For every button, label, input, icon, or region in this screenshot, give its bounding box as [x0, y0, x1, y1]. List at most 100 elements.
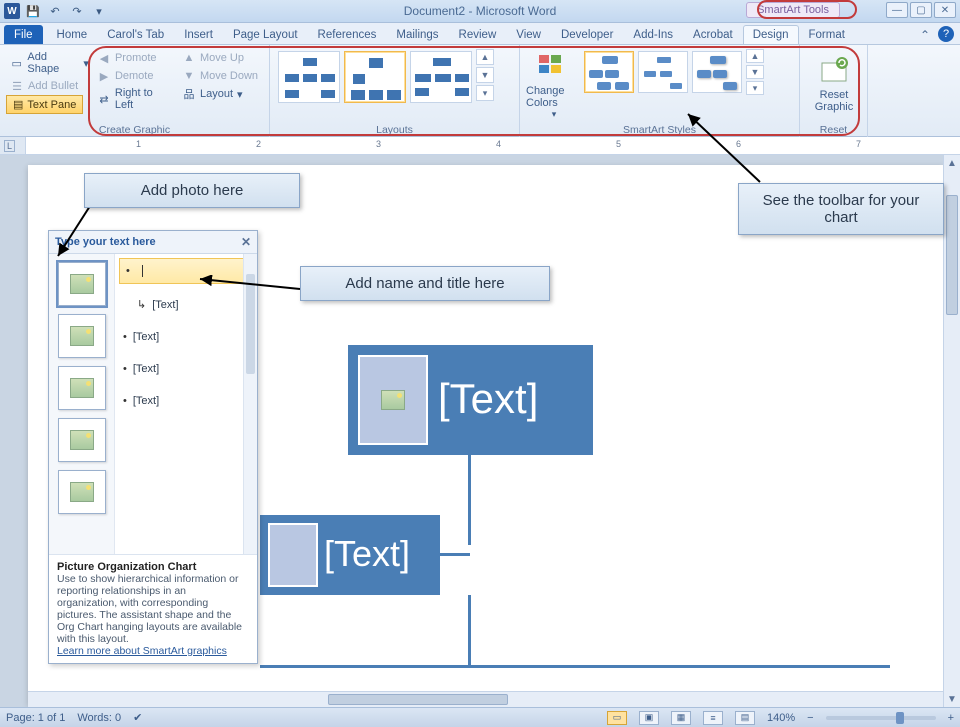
horizontal-scrollbar[interactable]	[28, 691, 943, 707]
smartart-top-node[interactable]: [Text]	[348, 345, 593, 455]
smartart-tools-contextual-tab: SmartArt Tools	[746, 2, 840, 18]
redo-icon[interactable]: ↷	[68, 2, 86, 20]
layout-icon: 品	[182, 87, 196, 101]
text-pane-info: Picture Organization Chart Use to show h…	[49, 554, 257, 663]
qat-more-icon[interactable]: ▾	[90, 2, 108, 20]
close-button[interactable]: ✕	[934, 2, 956, 18]
restore-button[interactable]: ▢	[910, 2, 932, 18]
add-shape-icon: ▭	[10, 56, 23, 70]
vertical-scroll-thumb[interactable]	[946, 195, 958, 315]
text-pane-toggle-button[interactable]: ▤Text Pane	[6, 95, 83, 114]
create-graphic-group-label: Create Graphic	[0, 124, 269, 136]
promote-button[interactable]: ◀Promote	[93, 49, 178, 67]
scroll-down-icon[interactable]: ▼	[944, 691, 960, 707]
change-colors-icon	[537, 53, 571, 83]
tab-mailings[interactable]: Mailings	[386, 25, 448, 44]
layouts-more-button[interactable]: ▾	[476, 85, 494, 101]
scroll-up-icon[interactable]: ▲	[944, 155, 960, 171]
tab-developer[interactable]: Developer	[551, 25, 623, 44]
tab-carols[interactable]: Carol's Tab	[97, 25, 174, 44]
layout-menu-button[interactable]: 品Layout ▾	[178, 85, 263, 103]
styles-more-button[interactable]: ▾	[746, 81, 764, 95]
text-pane-close-icon[interactable]: ✕	[241, 235, 251, 249]
style-option-3[interactable]	[692, 51, 742, 93]
status-page[interactable]: Page: 1 of 1	[6, 712, 65, 724]
tab-review[interactable]: Review	[449, 25, 507, 44]
callout-toolbar: See the toolbar for your chart	[738, 183, 944, 235]
minimize-button[interactable]: —	[886, 2, 908, 18]
text-pane-item-5[interactable]: •[Text]	[115, 385, 257, 417]
styles-scroll-down[interactable]: ▼	[746, 65, 764, 79]
tab-references[interactable]: References	[308, 25, 387, 44]
style-option-1-selected[interactable]	[584, 51, 634, 93]
smartart-top-text[interactable]: [Text]	[438, 375, 538, 423]
minimize-ribbon-icon[interactable]: ⌃	[920, 28, 930, 42]
tab-file[interactable]: File	[4, 25, 43, 44]
layouts-scroll-up[interactable]: ▲	[476, 49, 494, 65]
tab-acrobat[interactable]: Acrobat	[683, 25, 743, 44]
zoom-out-button[interactable]: −	[807, 712, 813, 724]
tab-insert[interactable]: Insert	[174, 25, 223, 44]
layout-option-2-selected[interactable]	[344, 51, 406, 103]
zoom-slider-handle[interactable]	[896, 712, 904, 724]
ribbon-group-reset: Reset Graphic Reset	[800, 45, 868, 137]
view-web-layout-button[interactable]: ▦	[671, 711, 691, 725]
tab-format[interactable]: Format	[799, 25, 855, 44]
smartart-top-picture-placeholder[interactable]	[358, 355, 428, 445]
horizontal-scroll-thumb[interactable]	[328, 694, 508, 705]
text-pane-info-link[interactable]: Learn more about SmartArt graphics	[57, 645, 227, 657]
title-bar: W 💾 ↶ ↷ ▾ Document2 - Microsoft Word Sma…	[0, 0, 960, 23]
vertical-scrollbar[interactable]: ▲ ▼	[943, 155, 960, 707]
view-print-layout-button[interactable]: ▭	[607, 711, 627, 725]
move-down-icon: ▼	[182, 69, 196, 83]
reset-graphic-button[interactable]: Reset Graphic	[806, 49, 862, 119]
tab-addins[interactable]: Add-Ins	[623, 25, 683, 44]
move-down-button[interactable]: ▼Move Down	[178, 67, 263, 85]
right-to-left-button[interactable]: ⇄Right to Left	[93, 85, 178, 113]
status-proofing-icon[interactable]: ✔	[133, 711, 142, 724]
view-full-screen-button[interactable]: ▣	[639, 711, 659, 725]
smartart-assistant-text[interactable]: [Text]	[324, 533, 410, 575]
layout-option-1[interactable]	[278, 51, 340, 103]
ribbon: ▭Add Shape ▾ ☰Add Bullet ▤Text Pane ◀Pro…	[0, 45, 960, 137]
move-up-button[interactable]: ▲Move Up	[178, 49, 263, 67]
zoom-slider[interactable]	[826, 716, 936, 720]
view-outline-button[interactable]: ≡	[703, 711, 723, 725]
layout-option-3[interactable]	[410, 51, 472, 103]
add-shape-button[interactable]: ▭Add Shape ▾	[6, 49, 93, 77]
view-draft-button[interactable]: ▤	[735, 711, 755, 725]
undo-icon[interactable]: ↶	[46, 2, 64, 20]
tab-view[interactable]: View	[506, 25, 551, 44]
smartart-connector-1	[468, 455, 471, 545]
layouts-scroll-down[interactable]: ▼	[476, 67, 494, 83]
demote-button[interactable]: ▶Demote	[93, 67, 178, 85]
smartart-connector-3	[260, 665, 890, 668]
reset-group-label: Reset	[800, 124, 867, 136]
change-colors-button[interactable]: Change Colors▾	[526, 49, 582, 119]
ruler-track[interactable]: 1 2 3 4 5 6 7	[26, 137, 960, 154]
text-pane-item-3[interactable]: •[Text]	[115, 321, 257, 353]
save-icon[interactable]: 💾	[24, 2, 42, 20]
demote-icon: ▶	[97, 69, 111, 83]
text-pane-thumbnails	[49, 254, 115, 554]
help-icon[interactable]: ?	[938, 26, 954, 42]
word-app-icon[interactable]: W	[4, 3, 20, 19]
ruler-gutter-label: L	[4, 140, 15, 152]
status-words[interactable]: Words: 0	[77, 712, 121, 724]
style-option-2[interactable]	[638, 51, 688, 93]
styles-scroll-up[interactable]: ▲	[746, 49, 764, 63]
text-pane-thumb-3[interactable]	[58, 366, 106, 410]
add-bullet-button[interactable]: ☰Add Bullet	[6, 77, 93, 95]
smartart-assistant-node[interactable]: [Text]	[260, 515, 440, 595]
zoom-in-button[interactable]: +	[948, 712, 954, 724]
text-pane-thumb-5[interactable]	[58, 470, 106, 514]
tab-design[interactable]: Design	[743, 25, 799, 44]
text-pane-item-4[interactable]: •[Text]	[115, 353, 257, 385]
text-pane-thumb-2[interactable]	[58, 314, 106, 358]
tab-home[interactable]: Home	[47, 25, 98, 44]
tab-page-layout[interactable]: Page Layout	[223, 25, 308, 44]
text-pane-thumb-4[interactable]	[58, 418, 106, 462]
zoom-level[interactable]: 140%	[767, 712, 795, 724]
smartart-assistant-picture-placeholder[interactable]	[268, 523, 318, 587]
move-up-icon: ▲	[182, 51, 196, 65]
